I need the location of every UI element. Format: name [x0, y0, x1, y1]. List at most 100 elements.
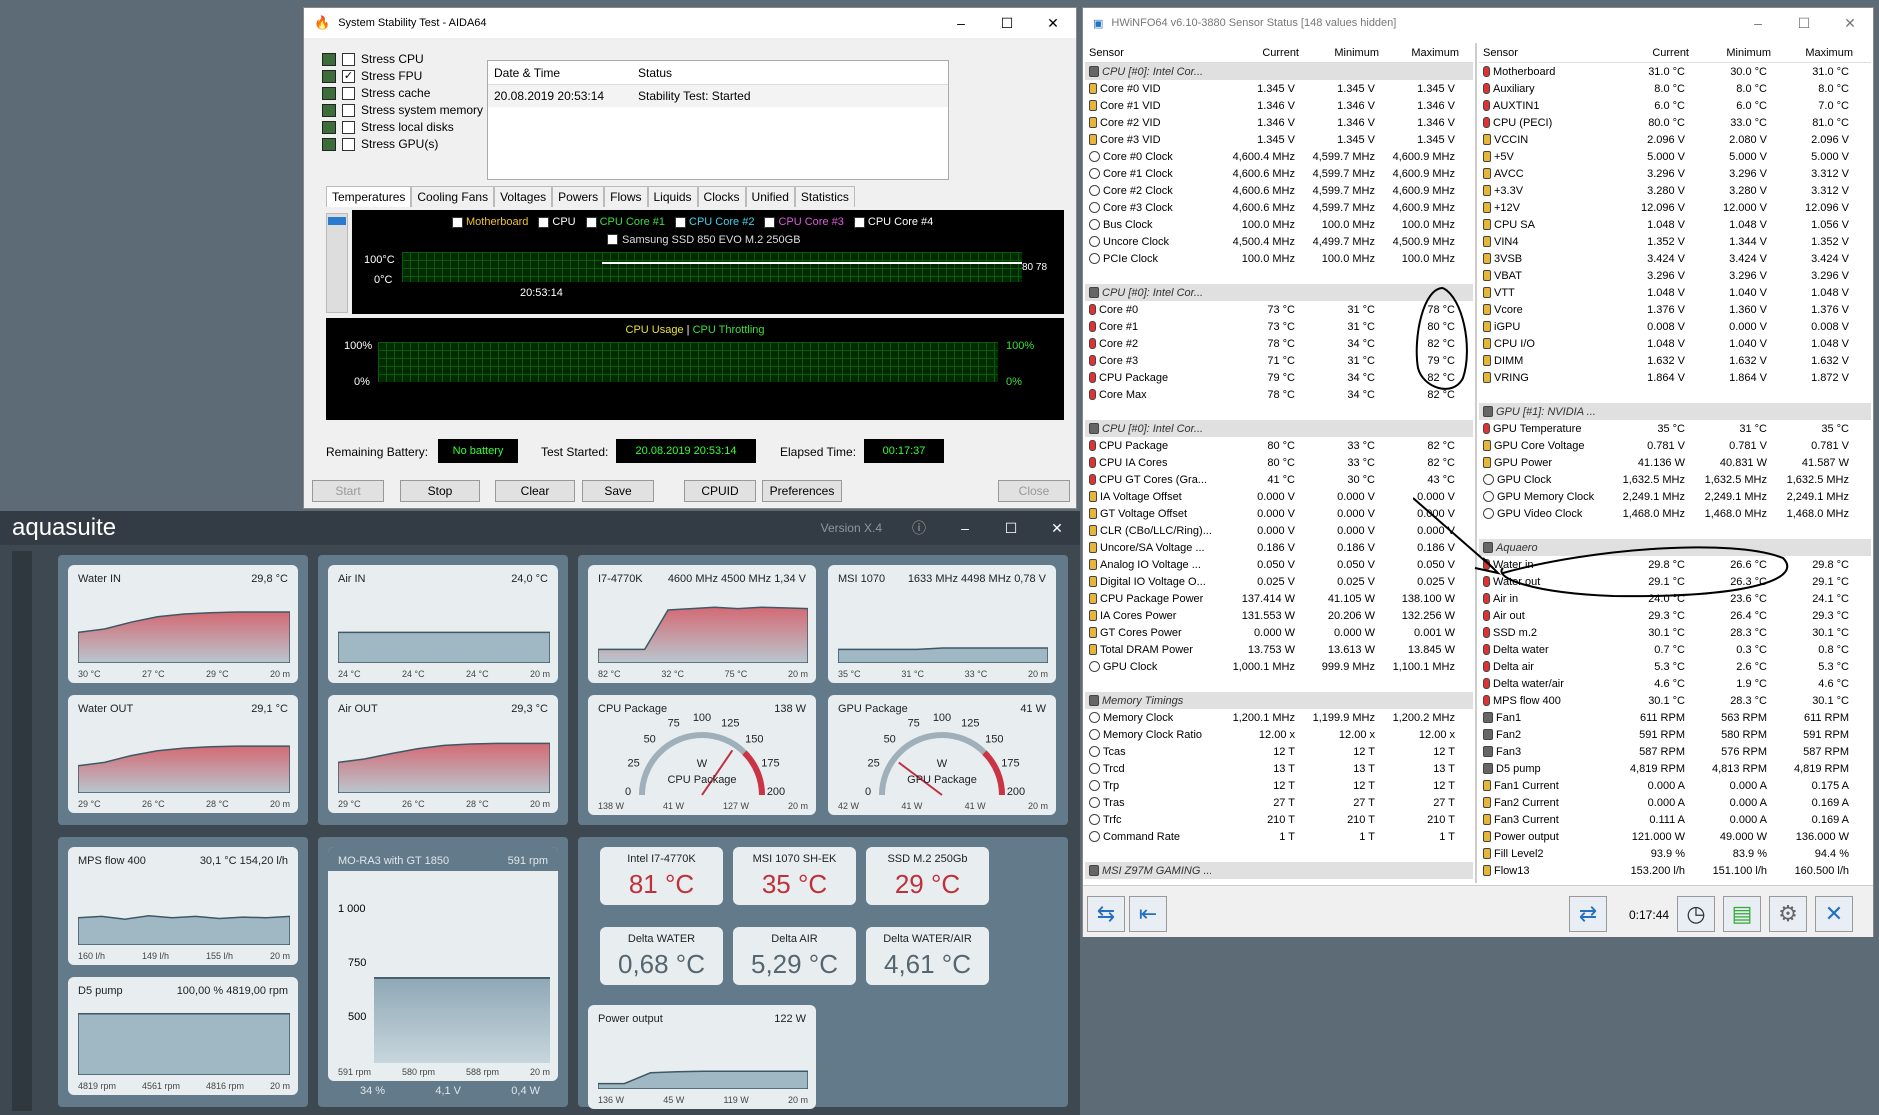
sensor-row[interactable]: 3VSB 3.424 V 3.424 V 3.424 V — [1479, 250, 1871, 267]
close-button[interactable]: ✕ — [1827, 15, 1873, 32]
log-add-icon[interactable]: ▤ — [1723, 896, 1761, 932]
cpuid-button[interactable]: CPUID — [684, 480, 756, 502]
hwinfo-titlebar[interactable]: ▣ HWiNFO64 v6.10-3880 Sensor Status [148… — [1083, 8, 1873, 38]
legend-checkbox[interactable]: ✓ — [853, 216, 865, 228]
sensor-row[interactable]: Core #0 Clock 4,600.4 MHz 4,599.7 MHz 4,600… — [1085, 148, 1473, 165]
sensor-row[interactable]: GPU Clock 1,000.1 MHz 999.9 MHz 1,100.1 MHz — [1085, 658, 1473, 675]
tab-voltages[interactable]: Voltages — [494, 186, 553, 207]
sensor-row[interactable]: Flow13 153.200 l/h 151.100 l/h 160.500 l/h — [1479, 862, 1871, 879]
sensor-row[interactable]: Fill Level2 93.9 % 83.9 % 94.4 % — [1479, 845, 1871, 862]
sensor-row[interactable]: +12V 12.096 V 12.000 V 12.096 V — [1479, 199, 1871, 216]
sensor-row[interactable]: Command Rate 1 T 1 T 1 T — [1085, 828, 1473, 845]
sensor-row[interactable]: Delta air 5.3 °C 2.6 °C 5.3 °C — [1479, 658, 1871, 675]
clear-button[interactable]: Clear — [495, 480, 575, 502]
sensor-row[interactable]: Tcas 12 T 12 T 12 T — [1085, 743, 1473, 760]
sensor-row[interactable]: MPS flow 400 30.1 °C 28.3 °C 30.1 °C — [1479, 692, 1871, 709]
gpu-card[interactable]: MSI 1070 1633 MHz 4498 MHz 0,78 V 35 °C 31 … — [828, 565, 1056, 683]
sensor-row[interactable]: Trcd 13 T 13 T 13 T — [1085, 760, 1473, 777]
stress-option[interactable]: ✓ Stress FPU — [322, 69, 422, 83]
sensor-row[interactable]: AUXTIN1 6.0 °C 6.0 °C 7.0 °C — [1479, 97, 1871, 114]
legend-item[interactable]: ✓ CPU Core #4 — [853, 216, 933, 228]
settings-gear-icon[interactable]: ⚙ — [1769, 896, 1807, 932]
cpu-card[interactable]: I7-4770K 4600 MHz 4500 MHz 1,34 V 82 °C 32 … — [588, 565, 816, 683]
stress-option[interactable]: Stress GPU(s) — [322, 137, 438, 151]
stop-button[interactable]: Stop — [400, 480, 480, 502]
close-window-button[interactable]: Close — [998, 480, 1070, 502]
tab-liquids[interactable]: Liquids — [647, 186, 698, 207]
legend-item[interactable]: ✓ CPU Core #1 — [585, 216, 665, 228]
preferences-button[interactable]: Preferences — [762, 480, 842, 502]
tab-temperatures[interactable]: Temperatures — [326, 186, 412, 207]
sensor-row[interactable]: Fan2 591 RPM 580 RPM 591 RPM — [1479, 726, 1871, 743]
stress-option[interactable]: Stress cache — [322, 86, 430, 100]
side-strip[interactable] — [12, 551, 32, 1111]
air_in-card[interactable]: Air IN 24,0 °C 24 °C 24 °C 24 °C 20 m — [328, 565, 558, 683]
delta-card[interactable]: Delta WATER/AIR 4,61 °C — [866, 927, 989, 985]
sensor-row[interactable]: Auxiliary 8.0 °C 8.0 °C 8.0 °C — [1479, 80, 1871, 97]
stress-option[interactable]: Stress CPU — [322, 52, 424, 66]
stress-checkbox[interactable]: ✓ — [342, 69, 355, 83]
stress-checkbox[interactable] — [342, 103, 355, 117]
sensor-row[interactable]: CPU SA 1.048 V 1.048 V 1.056 V — [1479, 216, 1871, 233]
sensor-row[interactable]: Trfc 210 T 210 T 210 T — [1085, 811, 1473, 828]
legend-checkbox[interactable]: ✓ — [675, 216, 687, 228]
legend-ssd-checkbox[interactable] — [607, 234, 618, 245]
sensor-row[interactable]: Tras 27 T 27 T 27 T — [1085, 794, 1473, 811]
sensor-row[interactable]: Fan3 Current 0.111 A 0.000 A 0.169 A — [1479, 811, 1871, 828]
delta-card[interactable]: Delta AIR 5,29 °C — [733, 927, 856, 985]
stress-checkbox[interactable] — [342, 86, 355, 100]
sensor-row[interactable]: AVCC 3.296 V 3.296 V 3.312 V — [1479, 165, 1871, 182]
aquasuite-titlebar[interactable]: aquasuite Version X.4 ⓘ – ☐ ✕ — [0, 511, 1080, 545]
sensor-row[interactable]: Fan3 587 RPM 576 RPM 587 RPM — [1479, 743, 1871, 760]
sensor-group-header[interactable]: Memory Timings — [1085, 692, 1473, 709]
sensor-row[interactable]: +3.3V 3.280 V 3.280 V 3.312 V — [1479, 182, 1871, 199]
sensor-row[interactable]: Uncore Clock 4,500.4 MHz 4,499.7 MHz 4,500.… — [1085, 233, 1473, 250]
maximize-button[interactable]: ☐ — [988, 520, 1034, 537]
sensor-row[interactable]: Core #2 VID 1.346 V 1.346 V 1.346 V — [1085, 114, 1473, 131]
sensor-row[interactable]: Motherboard 31.0 °C 30.0 °C 31.0 °C — [1479, 63, 1871, 80]
sensor-row[interactable]: Trp 12 T 12 T 12 T — [1085, 777, 1473, 794]
network-icon[interactable]: ⇄ — [1569, 896, 1607, 932]
sensor-row[interactable]: Core #2 Clock 4,600.6 MHz 4,599.7 MHz 4,600… — [1085, 182, 1473, 199]
sensor-row[interactable]: Power output 121.000 W 49.000 W 136.000 W — [1479, 828, 1871, 845]
graph-scrollbar[interactable] — [326, 213, 348, 313]
stress-option[interactable]: Stress local disks — [322, 120, 454, 134]
save-button[interactable]: Save — [582, 480, 654, 502]
temperature-card[interactable]: Intel I7-4770K 81 °C — [600, 847, 723, 905]
legend-checkbox[interactable]: ✓ — [764, 216, 776, 228]
legend-item[interactable]: Motherboard — [452, 216, 528, 228]
stress-checkbox[interactable] — [342, 137, 355, 151]
exit-icon[interactable]: ✕ — [1815, 896, 1853, 932]
power-card[interactable]: Power output 122 W 136 W 45 W 119 W 20 m — [588, 1005, 816, 1109]
tab-statistics[interactable]: Statistics — [794, 186, 855, 207]
water_in-card[interactable]: Water IN 29,8 °C 30 °C 27 °C 29 °C 20 m — [68, 565, 298, 683]
delta-card[interactable]: Delta WATER 0,68 °C — [600, 927, 723, 985]
legend-checkbox[interactable] — [452, 216, 463, 228]
sensor-row[interactable]: +5V 5.000 V 5.000 V 5.000 V — [1479, 148, 1871, 165]
sensor-row[interactable]: Core #1 VID 1.346 V 1.346 V 1.346 V — [1085, 97, 1473, 114]
clock-icon[interactable]: ◷ — [1677, 896, 1715, 932]
tab-flows[interactable]: Flows — [604, 186, 648, 207]
legend-item[interactable]: ✓ CPU — [538, 216, 576, 228]
info-icon[interactable]: ⓘ — [896, 518, 942, 538]
legend-item[interactable]: ✓ CPU Core #3 — [764, 216, 844, 228]
minimize-button[interactable]: – — [938, 15, 984, 31]
sensor-group-header[interactable]: MSI Z97M GAMING ... — [1085, 862, 1473, 879]
sensor-row[interactable]: PCIe Clock 100.0 MHz 100.0 MHz 100.0 MHz — [1085, 250, 1473, 267]
sensor-row[interactable]: Core #1 Clock 4,600.6 MHz 4,599.7 MHz 4,600… — [1085, 165, 1473, 182]
sensor-row[interactable]: Delta water/air 4.6 °C 1.9 °C 4.6 °C — [1479, 675, 1871, 692]
tab-clocks[interactable]: Clocks — [697, 186, 746, 207]
sensor-row[interactable]: Delta water 0.7 °C 0.3 °C 0.8 °C — [1479, 641, 1871, 658]
aida-titlebar[interactable]: 🔥 System Stability Test - AIDA64 – ☐ ✕ — [304, 8, 1076, 38]
minimize-button[interactable]: – — [1735, 15, 1781, 31]
collapse-arrows-icon[interactable]: ⇤ — [1129, 896, 1167, 932]
sensor-row[interactable]: Fan1 Current 0.000 A 0.000 A 0.175 A — [1479, 777, 1871, 794]
legend-item[interactable]: ✓ CPU Core #2 — [675, 216, 754, 228]
stress-checkbox[interactable] — [342, 120, 355, 134]
legend-checkbox[interactable]: ✓ — [585, 216, 597, 228]
sensor-group-header[interactable]: CPU [#0]: Intel Cor... — [1085, 63, 1473, 80]
stress-option[interactable]: Stress system memory — [322, 103, 483, 117]
mps-card[interactable]: MPS flow 400 30,1 °C 154,20 l/h 160 l/h 149… — [68, 847, 298, 965]
sensor-row[interactable]: CPU (PECI) 80.0 °C 33.0 °C 81.0 °C — [1479, 114, 1871, 131]
sensor-row[interactable]: Memory Clock Ratio 12.00 x 12.00 x 12.00 x — [1085, 726, 1473, 743]
